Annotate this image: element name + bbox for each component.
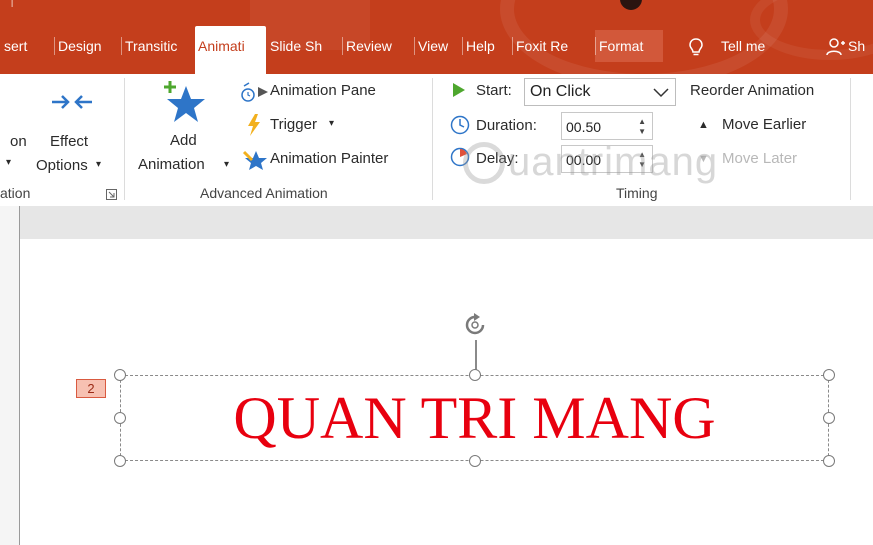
resize-handle-top-left[interactable] bbox=[114, 369, 126, 381]
tab-design[interactable]: Design bbox=[54, 30, 121, 62]
resize-handle-bottom[interactable] bbox=[469, 455, 481, 467]
tab-view-label: View bbox=[418, 38, 449, 54]
effect-options-line1[interactable]: Effect bbox=[50, 133, 88, 150]
group-label-animation: ation bbox=[0, 185, 31, 201]
duration-input[interactable]: 00.50 ▲ ▼ bbox=[561, 112, 653, 140]
ribbon-panel: on ▾ Effect Options ▾ ation Add Animatio… bbox=[0, 74, 873, 207]
tab-review[interactable]: Review bbox=[342, 30, 414, 62]
start-dropdown[interactable]: On Click bbox=[524, 78, 676, 106]
watermark-logo-icon bbox=[463, 142, 505, 184]
group-divider bbox=[850, 78, 851, 200]
animation-order-badge[interactable]: 2 bbox=[76, 379, 106, 398]
ribbon-tab-bar: ⊤ sert Design Transitic Animati Slide Sh… bbox=[0, 0, 873, 74]
tab-help[interactable]: Help bbox=[462, 30, 512, 62]
person-icon bbox=[826, 38, 845, 56]
tab-review-label: Review bbox=[346, 38, 392, 54]
tab-animations[interactable]: Animati bbox=[195, 26, 266, 74]
resize-handle-bottom-left[interactable] bbox=[114, 455, 126, 467]
trigger-button[interactable]: Trigger bbox=[270, 116, 317, 133]
play-icon bbox=[453, 83, 465, 102]
tab-foxit-label: Foxit Re bbox=[516, 38, 569, 54]
effect-options-icon[interactable] bbox=[50, 90, 94, 119]
thumbnail-pane-edge bbox=[0, 206, 20, 545]
tab-slide-show-label: Slide Sh bbox=[270, 38, 323, 54]
dropdown-arrow-icon: ▾ bbox=[96, 159, 102, 170]
tab-transitions[interactable]: Transitic bbox=[121, 30, 193, 62]
reorder-animation-title: Reorder Animation bbox=[690, 82, 815, 99]
tab-animations-label: Animati bbox=[198, 38, 245, 54]
trigger-lightning-icon[interactable] bbox=[246, 114, 262, 141]
tell-me-label: Tell me bbox=[721, 38, 766, 54]
duration-label: Duration: bbox=[476, 117, 537, 134]
duration-value: 00.50 bbox=[566, 119, 602, 135]
resize-handle-top-right[interactable] bbox=[823, 369, 835, 381]
tab-design-label: Design bbox=[58, 38, 102, 54]
tab-help-label: Help bbox=[466, 38, 495, 54]
animation-painter-icon[interactable] bbox=[242, 148, 270, 175]
share-button[interactable]: Sh bbox=[826, 30, 873, 62]
clock-icon bbox=[450, 115, 470, 140]
dropdown-arrow-icon: ▾ bbox=[6, 157, 12, 168]
rotate-handle-icon[interactable] bbox=[461, 311, 489, 344]
add-animation-line2[interactable]: Animation bbox=[138, 156, 205, 173]
resize-handle-left[interactable] bbox=[114, 412, 126, 424]
tell-me-search[interactable]: Tell me bbox=[721, 30, 781, 62]
spin-down-icon[interactable]: ▼ bbox=[638, 128, 646, 136]
move-earlier-button[interactable]: Move Earlier bbox=[722, 116, 806, 133]
effect-partial-label: on bbox=[10, 133, 27, 150]
move-later-button[interactable]: Move Later bbox=[722, 150, 797, 167]
animation-painter-button[interactable]: Animation Painter bbox=[270, 150, 388, 167]
animation-pane-icon[interactable] bbox=[240, 82, 270, 109]
tab-slide-show[interactable]: Slide Sh bbox=[266, 30, 342, 62]
corner-glyph: ⊤ bbox=[6, 0, 19, 10]
add-animation-star-icon[interactable] bbox=[160, 80, 212, 129]
tab-format-label: Format bbox=[599, 38, 644, 54]
watermark-text: uantrimang bbox=[508, 140, 719, 184]
group-divider bbox=[432, 78, 433, 200]
slide-title-text[interactable]: QUAN TRI MANG bbox=[120, 380, 829, 456]
group-label-advanced-animation: Advanced Animation bbox=[200, 185, 328, 201]
tab-insert[interactable]: sert bbox=[0, 30, 54, 62]
share-label: Sh bbox=[848, 38, 866, 54]
tab-format[interactable]: Format bbox=[595, 30, 663, 62]
animation-pane-button[interactable]: Animation Pane bbox=[270, 82, 376, 99]
dropdown-arrow-icon: ▾ bbox=[224, 159, 230, 170]
dropdown-arrow-icon: ▾ bbox=[329, 118, 335, 129]
group-label-timing: Timing bbox=[616, 185, 658, 201]
tab-transitions-label: Transitic bbox=[125, 38, 178, 54]
group-divider bbox=[124, 78, 125, 200]
tab-insert-label: sert bbox=[4, 38, 28, 54]
resize-handle-bottom-right[interactable] bbox=[823, 455, 835, 467]
start-label: Start: bbox=[476, 82, 512, 99]
start-value: On Click bbox=[530, 83, 591, 100]
triangle-up-icon: ▲ bbox=[698, 119, 709, 131]
dialog-launcher-icon[interactable] bbox=[106, 187, 117, 205]
chevron-down-icon bbox=[653, 88, 669, 98]
spin-up-icon[interactable]: ▲ bbox=[638, 118, 646, 126]
lightbulb-icon[interactable] bbox=[688, 30, 706, 62]
effect-options-line2[interactable]: Options bbox=[36, 157, 88, 174]
tab-foxit-reader[interactable]: Foxit Re bbox=[512, 30, 595, 62]
tab-view[interactable]: View bbox=[414, 30, 462, 62]
add-animation-line1[interactable]: Add bbox=[170, 132, 197, 149]
resize-handle-top[interactable] bbox=[469, 369, 481, 381]
resize-handle-right[interactable] bbox=[823, 412, 835, 424]
